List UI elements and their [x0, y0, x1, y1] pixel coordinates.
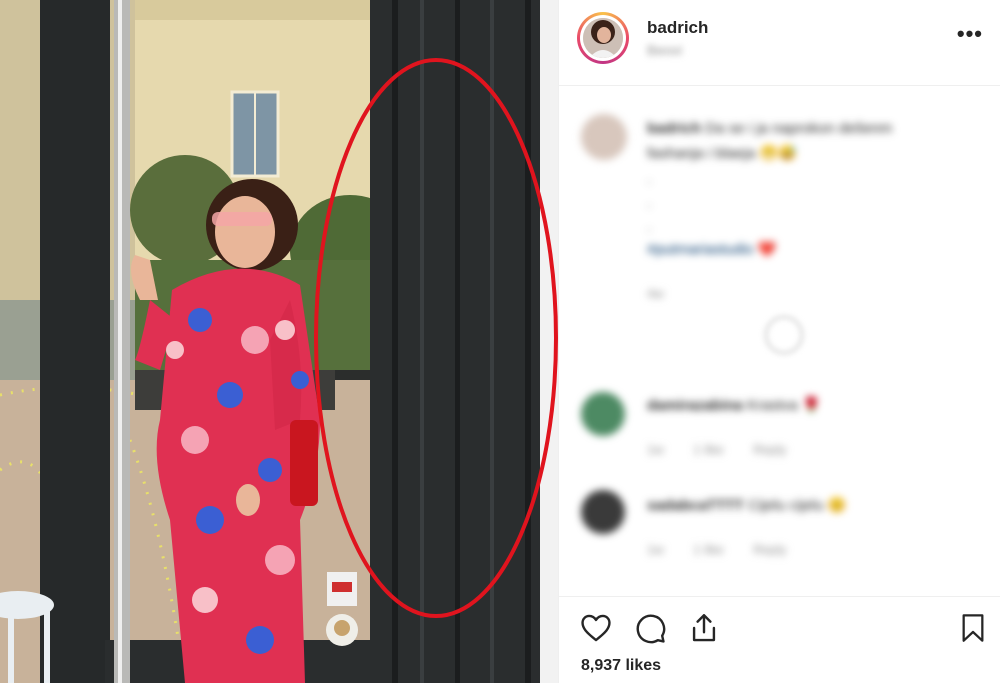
- share-icon[interactable]: [687, 611, 721, 645]
- comment-emoji: 🌹: [802, 397, 821, 414]
- comment-icon[interactable]: [633, 611, 667, 645]
- comment-avatar[interactable]: [581, 392, 625, 436]
- comment-text: Cijelu cijelu: [747, 497, 824, 514]
- reply-button[interactable]: Reply: [753, 442, 786, 457]
- comment-time: 1w: [647, 542, 664, 557]
- comment-time: 1w: [647, 442, 664, 457]
- profile-avatar[interactable]: [577, 12, 629, 64]
- comment-likes[interactable]: 1 like: [693, 542, 723, 557]
- comment-text: Da se i ja naprokon dešenm: [705, 120, 893, 137]
- comments-section: badrich Da se i ja naprokon dešenm fasha…: [559, 86, 1000, 596]
- comment-author[interactable]: badrich: [647, 120, 701, 137]
- likes-count[interactable]: 8,937 likes: [581, 657, 661, 675]
- comment-author[interactable]: damirazabina: [647, 397, 743, 414]
- comment-emoji: 😁😅: [759, 145, 797, 162]
- comment-avatar[interactable]: [581, 114, 627, 160]
- comment-dot: .: [647, 194, 652, 211]
- post-photo-image: [0, 0, 558, 683]
- comment-dot: .: [647, 170, 652, 187]
- post-photo[interactable]: [0, 0, 558, 683]
- load-more-comments-icon[interactable]: [765, 316, 803, 354]
- heart-icon[interactable]: [579, 611, 613, 645]
- comment-dot: .: [647, 218, 652, 235]
- post-username[interactable]: badrich: [647, 18, 708, 38]
- heart-emoji: ❤️: [757, 241, 777, 258]
- comment-likes[interactable]: 1 like: [693, 442, 723, 457]
- comment-author[interactable]: sadabcaTTTT: [647, 497, 744, 514]
- comment-text: Krastva: [747, 397, 798, 414]
- more-dots-icon[interactable]: •••: [957, 23, 983, 45]
- post-location[interactable]: Beovi: [647, 42, 682, 58]
- comment-avatar[interactable]: [581, 490, 625, 534]
- bookmark-icon[interactable]: [957, 611, 989, 645]
- comment-hashtag[interactable]: #putmariastudio: [647, 241, 754, 258]
- comment-text-line2: fashanja i blaeja: [647, 145, 756, 162]
- comment-emoji: 😊: [827, 497, 847, 514]
- post-side-panel: badrich Beovi ••• badrich Da se i ja nap…: [558, 0, 1000, 683]
- post-action-bar: 8,937 likes: [559, 596, 1000, 683]
- post-header: badrich Beovi •••: [559, 0, 1000, 86]
- reply-button[interactable]: Reply: [753, 542, 786, 557]
- comment-time: 4w: [647, 286, 664, 301]
